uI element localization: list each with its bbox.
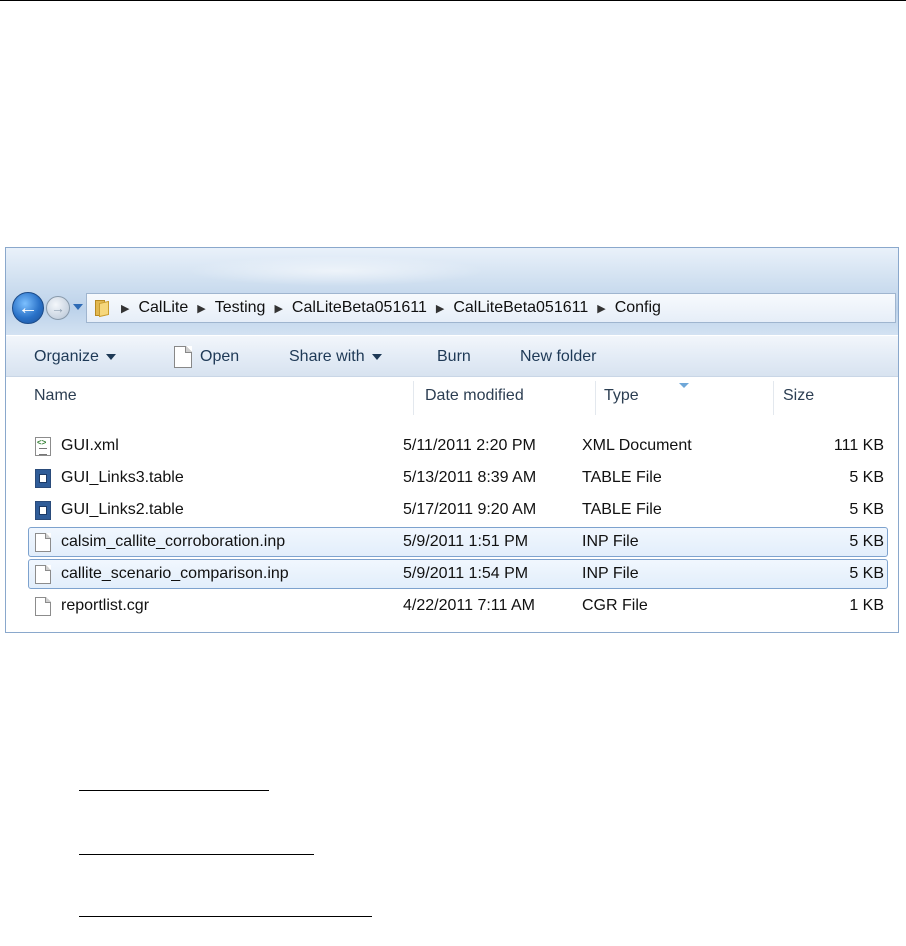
top-rule [0,0,906,1]
blank-file-icon [35,532,51,552]
breadcrumb-label: Testing [214,299,266,316]
breadcrumb-item[interactable]: ▶ Testing [188,299,265,317]
breadcrumb-item[interactable]: ▶ CalLiteBeta051611 [265,299,426,317]
breadcrumb-item[interactable]: ▶ Config [588,299,661,317]
column-header-type[interactable]: Type [604,377,639,415]
column-header-name[interactable]: Name [34,377,77,415]
chevron-down-icon [371,354,382,360]
file-date: 5/9/2011 1:54 PM [403,565,529,582]
share-with-label: Share with [289,348,365,365]
file-name: callite_scenario_comparison.inp [61,565,289,582]
file-type: CGR File [582,597,648,614]
sort-indicator-icon [679,383,689,388]
chevron-down-icon [105,354,116,360]
chevron-right-icon: ▶ [121,302,130,315]
file-date: 5/17/2011 9:20 AM [403,501,537,518]
organize-label: Organize [34,348,99,365]
xml-file-icon [35,436,51,456]
address-bar[interactable]: ▶ CalLite ▶ Testing ▶ CalLiteBeta051611 ▶ Ca… [86,293,896,323]
breadcrumb-label: CalLiteBeta051611 [453,299,589,316]
folder-icon [93,298,113,318]
new-folder-label: New folder [520,348,597,365]
open-label: Open [200,348,240,365]
column-divider[interactable] [413,381,414,415]
file-name: reportlist.cgr [61,597,150,614]
column-header-label: Size [783,387,815,404]
file-row[interactable]: reportlist.cgr 4/22/2011 7:11 AM CGR Fil… [28,591,888,621]
file-size: 5 KB [849,565,884,582]
column-header-label: Date modified [425,387,524,404]
burn-button[interactable]: Burn [437,336,471,378]
open-button[interactable]: Open [174,336,239,378]
chevron-right-icon: ▶ [435,302,445,315]
file-type: INP File [582,533,639,550]
file-date: 4/22/2011 7:11 AM [403,597,535,614]
arrow-right-icon: → [51,300,65,316]
column-divider[interactable] [773,381,774,415]
file-size: 5 KB [849,501,884,518]
table-file-icon [35,500,51,520]
burn-label: Burn [437,348,471,365]
arrow-left-icon: ← [18,297,38,319]
file-row[interactable]: calsim_callite_corroboration.inp 5/9/201… [28,527,888,557]
file-name: GUI_Links3.table [61,469,184,486]
file-size: 111 KB [833,437,884,454]
back-button[interactable]: ← [12,292,44,324]
file-type: INP File [582,565,639,582]
forward-button[interactable]: → [46,296,70,320]
file-name: GUI_Links2.table [61,501,184,518]
chevron-right-icon: ▶ [274,302,283,315]
new-folder-button[interactable]: New folder [520,336,596,378]
blank-line [79,790,269,791]
organize-button[interactable]: Organize [34,336,116,378]
file-row[interactable]: GUI_Links3.table 5/13/2011 8:39 AM TABLE… [28,463,888,493]
file-size: 5 KB [849,469,884,486]
column-divider[interactable] [595,381,596,415]
table-file-icon [35,468,51,488]
chevron-right-icon: ▶ [197,302,206,315]
column-header-size[interactable]: Size [783,377,814,415]
breadcrumb-label: CalLite [138,299,189,316]
column-header-label: Type [604,387,639,404]
column-header-date-modified[interactable]: Date modified [425,377,524,415]
chevron-right-icon: ▶ [597,302,606,315]
blank-file-icon [35,564,51,584]
file-date: 5/13/2011 8:39 AM [403,469,537,486]
file-date: 5/9/2011 1:51 PM [403,533,529,550]
document-icon [174,346,192,368]
file-name: GUI.xml [61,437,119,454]
explorer-window: ← → ▶ CalLite ▶ Testing ▶ CalLiteBeta051611… [5,247,899,633]
file-type: TABLE File [582,501,662,518]
file-type: TABLE File [582,469,662,486]
navigation-bar: ← → ▶ CalLite ▶ Testing ▶ CalLiteBeta051611… [6,248,898,335]
breadcrumb-label: CalLiteBeta051611 [291,299,427,316]
file-type: XML Document [582,437,692,454]
file-row[interactable]: GUI.xml 5/11/2011 2:20 PM XML Document 1… [28,431,888,461]
column-header-label: Name [34,387,77,404]
blank-line [79,916,372,917]
file-name: calsim_callite_corroboration.inp [61,533,286,550]
file-date: 5/11/2011 2:20 PM [403,437,536,454]
blank-file-icon [35,596,51,616]
file-row[interactable]: GUI_Links2.table 5/17/2011 9:20 AM TABLE… [28,495,888,525]
file-size: 1 KB [849,597,884,614]
breadcrumb-label: Config [614,299,661,316]
column-header-row: Name Date modified Type Size [6,377,898,415]
breadcrumb-item[interactable]: ▶ CalLite [119,299,188,317]
command-bar: Organize Open Share with Burn New folder [6,335,898,377]
breadcrumb-item[interactable]: ▶ CalLiteBeta051611 [427,299,588,317]
file-row[interactable]: callite_scenario_comparison.inp 5/9/2011… [28,559,888,589]
recent-pages-dropdown[interactable] [73,304,83,310]
blank-line [79,854,314,855]
file-size: 5 KB [849,533,884,550]
share-with-button[interactable]: Share with [289,336,382,378]
